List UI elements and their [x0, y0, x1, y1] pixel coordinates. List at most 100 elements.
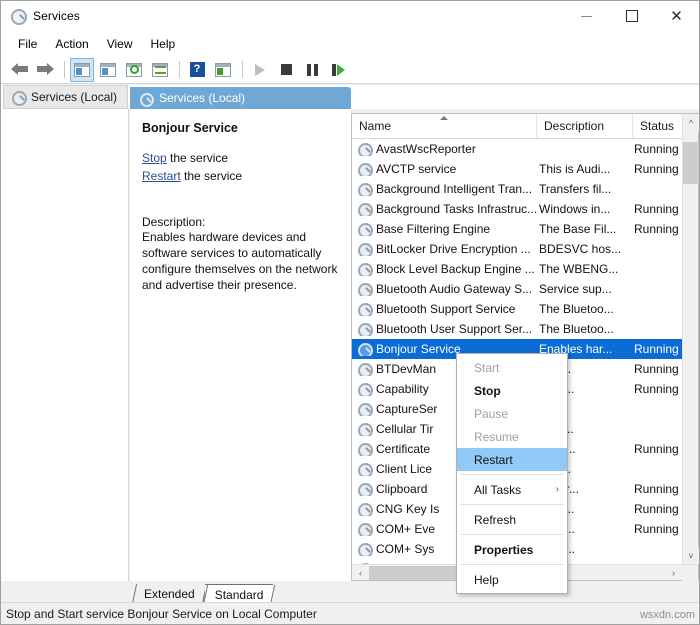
restart-service-icon[interactable]	[326, 58, 350, 82]
column-header-name[interactable]: Name	[352, 114, 537, 138]
tab-extended[interactable]: Extended	[134, 584, 205, 604]
cell-description: BDESVC hos...	[537, 242, 633, 256]
menu-file[interactable]: File	[9, 34, 46, 54]
menu-bar: File Action View Help	[1, 31, 699, 56]
show-action-pane-icon[interactable]	[211, 58, 235, 82]
toolbar-separator-3	[242, 61, 243, 78]
table-row[interactable]: Background Tasks Infrastruc...Windows in…	[352, 199, 698, 219]
properties-window-icon[interactable]	[96, 58, 120, 82]
scroll-left-icon[interactable]: ‹	[352, 565, 369, 581]
show-hide-tree-icon[interactable]	[70, 58, 94, 82]
minimize-button[interactable]	[564, 1, 609, 31]
context-menu-item-refresh[interactable]: Refresh	[457, 508, 567, 531]
column-header-description[interactable]: Description	[537, 114, 633, 138]
table-row[interactable]: Bluetooth Audio Gateway S...Service sup.…	[352, 279, 698, 299]
service-gear-icon	[357, 142, 372, 156]
cell-name-label: CNG Key Is	[376, 502, 439, 516]
export-list-icon[interactable]	[148, 58, 172, 82]
stop-service-icon[interactable]	[274, 58, 298, 82]
sort-ascending-icon	[440, 116, 448, 120]
restart-service-suffix: the service	[181, 169, 242, 183]
forward-arrow-icon[interactable]	[33, 58, 57, 82]
toolbar: ?	[1, 56, 699, 84]
cell-name-label: Bluetooth User Support Ser...	[376, 322, 532, 336]
context-menu-item-properties[interactable]: Properties	[457, 538, 567, 561]
menu-separator	[460, 564, 564, 565]
cell-name: Bluetooth Audio Gateway S...	[352, 282, 537, 296]
scroll-right-icon[interactable]: ›	[665, 565, 682, 581]
stop-service-action-row: Stop the service	[142, 149, 341, 167]
service-gear-icon	[357, 402, 372, 416]
restart-service-link[interactable]: Restart	[142, 169, 181, 183]
cell-description: This is Audi...	[537, 162, 633, 176]
cell-name-label: Certificate	[376, 442, 430, 456]
start-service-icon[interactable]	[248, 58, 272, 82]
table-row[interactable]: Block Level Backup Engine ...The WBENG..…	[352, 259, 698, 279]
menu-action[interactable]: Action	[46, 34, 97, 54]
cell-name-label: Client Lice	[376, 462, 432, 476]
context-menu-item-label: Stop	[474, 384, 501, 398]
cell-name: Background Intelligent Tran...	[352, 182, 537, 196]
cell-name-label: Base Filtering Engine	[376, 222, 490, 236]
table-row[interactable]: AVCTP serviceThis is Audi...Running	[352, 159, 698, 179]
service-gear-icon	[357, 422, 372, 436]
table-row[interactable]: AvastWscReporterRunning	[352, 139, 698, 159]
cell-name-label: COM+ Eve	[376, 522, 435, 536]
tab-standard[interactable]: Standard	[205, 584, 274, 604]
pause-service-icon[interactable]	[300, 58, 324, 82]
cell-description: The WBENG...	[537, 262, 633, 276]
service-gear-icon	[357, 382, 372, 396]
help-icon[interactable]: ?	[185, 58, 209, 82]
table-row[interactable]: BitLocker Drive Encryption ...BDESVC hos…	[352, 239, 698, 259]
cell-name: Base Filtering Engine	[352, 222, 537, 236]
cell-description: The Base Fil...	[537, 222, 633, 236]
context-menu-item-label: Properties	[474, 543, 533, 557]
service-gear-icon	[357, 442, 372, 456]
cell-name: Bluetooth User Support Ser...	[352, 322, 537, 336]
context-menu-item-all-tasks[interactable]: All Tasks›	[457, 478, 567, 501]
console-tab-label: Services (Local)	[31, 90, 117, 104]
table-row[interactable]: Background Intelligent Tran...Transfers …	[352, 179, 698, 199]
stop-service-suffix: the service	[167, 151, 228, 165]
close-button[interactable]: ✕	[654, 1, 699, 31]
context-menu-item-label: Help	[474, 573, 499, 587]
refresh-icon[interactable]	[122, 58, 146, 82]
service-detail-pane: Services (Local) Bonjour Service Stop th…	[130, 87, 351, 581]
window-controls: ✕	[564, 1, 699, 31]
console-tab-services-local[interactable]: Services (Local)	[3, 85, 128, 109]
scroll-down-icon[interactable]: ˅	[683, 547, 699, 564]
context-menu-item-stop[interactable]: Stop	[457, 379, 567, 402]
column-header-name-label: Name	[359, 119, 391, 133]
list-vertical-scrollbar[interactable]: ^ ˅	[682, 114, 698, 564]
context-menu-item-start: Start	[457, 356, 567, 379]
cell-name: Background Tasks Infrastruc...	[352, 202, 537, 216]
back-arrow-icon[interactable]	[7, 58, 31, 82]
menu-view[interactable]: View	[98, 34, 142, 54]
table-row[interactable]: Bluetooth Support ServiceThe Bluetoo...	[352, 299, 698, 319]
menu-help[interactable]: Help	[142, 34, 185, 54]
context-menu-item-help[interactable]: Help	[457, 568, 567, 591]
view-tabs: Extended Standard	[130, 582, 700, 604]
cell-name: AVCTP service	[352, 162, 537, 176]
scroll-up-icon[interactable]: ^	[683, 114, 699, 131]
cell-name-label: AvastWscReporter	[376, 142, 476, 156]
context-menu-item-pause: Pause	[457, 402, 567, 425]
table-row[interactable]: Base Filtering EngineThe Base Fil...Runn…	[352, 219, 698, 239]
context-menu-item-restart[interactable]: Restart	[457, 448, 567, 471]
watermark: wsxdn.com	[640, 609, 695, 621]
status-bar-text: Stop and Start service Bonjour Service o…	[6, 607, 317, 621]
cell-name: AvastWscReporter	[352, 142, 537, 156]
stop-service-link[interactable]: Stop	[142, 151, 167, 165]
window-title: Services	[33, 9, 80, 23]
services-gear-icon	[11, 90, 26, 104]
toolbar-separator-2	[179, 61, 180, 78]
restart-service-action-row: Restart the service	[142, 167, 341, 185]
service-context-menu: StartStopPauseResumeRestartAll Tasks›Ref…	[456, 353, 568, 594]
maximize-button[interactable]	[609, 1, 654, 31]
service-gear-icon	[357, 302, 372, 316]
vertical-scroll-thumb[interactable]	[683, 142, 699, 184]
scrollbar-corner	[682, 565, 698, 581]
detail-pane-header: Services (Local)	[130, 87, 351, 109]
title-bar: Services ✕	[1, 1, 699, 31]
table-row[interactable]: Bluetooth User Support Ser...The Bluetoo…	[352, 319, 698, 339]
